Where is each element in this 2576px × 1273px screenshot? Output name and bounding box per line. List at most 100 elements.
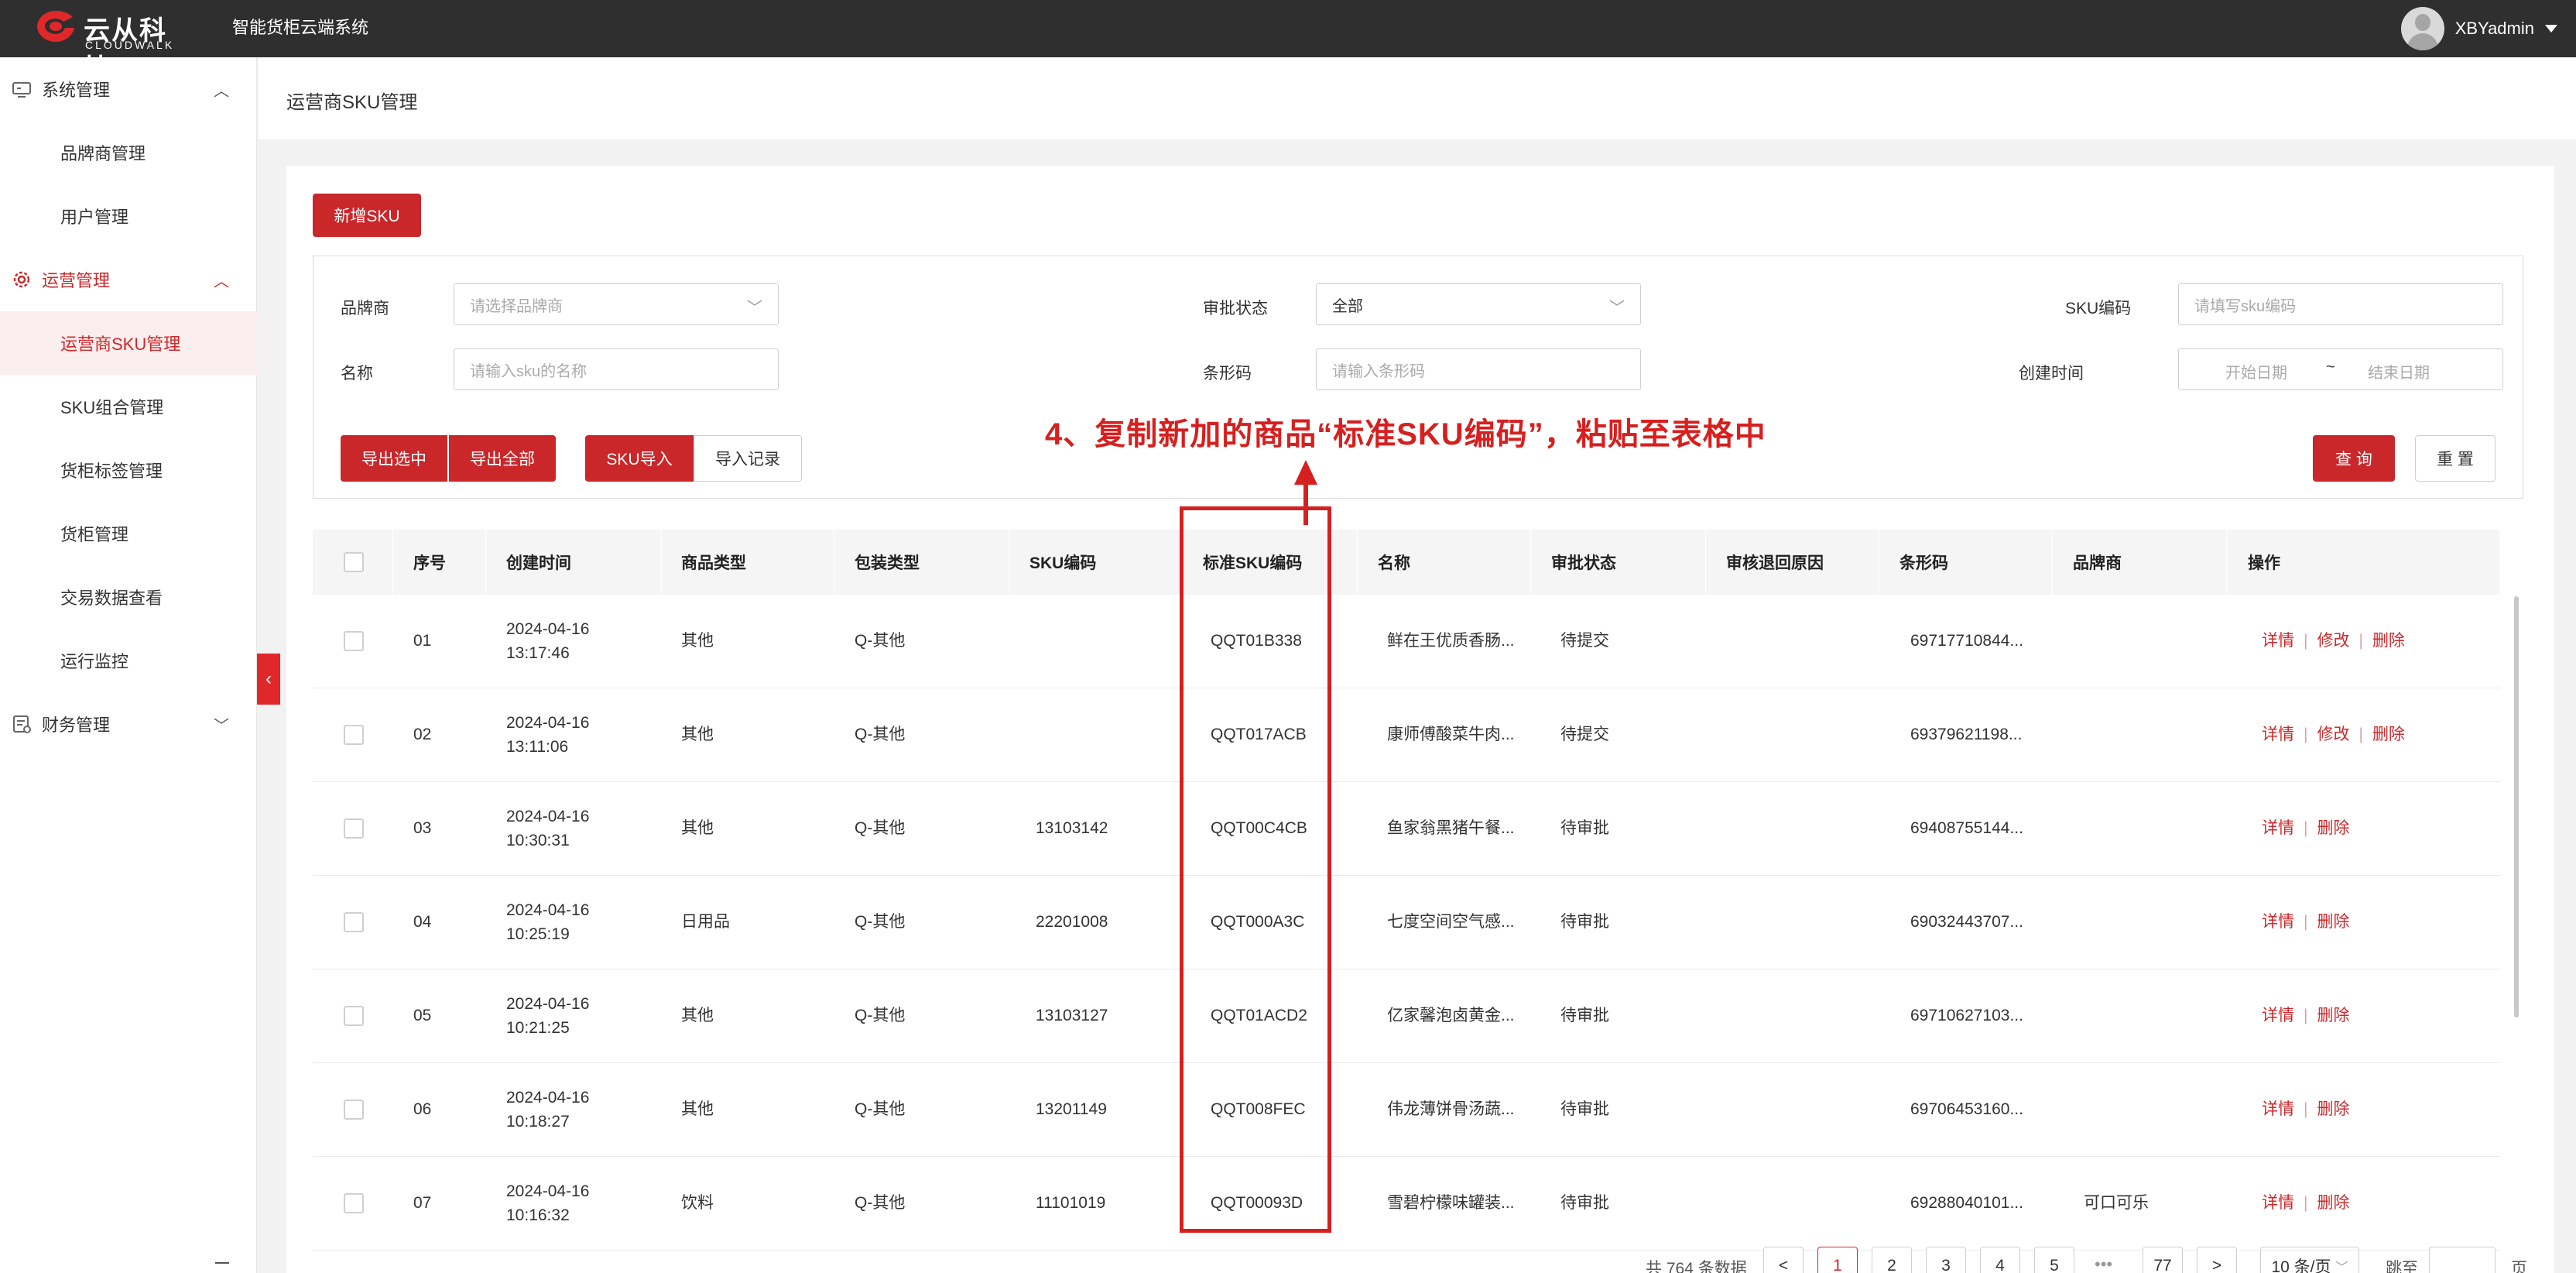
sidebar-item-monitoring[interactable]: 运行监控 bbox=[0, 629, 257, 692]
table-row[interactable]: 01 2024-04-16 13:17:46 其他 Q-其他 QQT01B338 鲜在王优质… bbox=[313, 595, 2500, 688]
sidebar-item-label: 用户管理 bbox=[60, 208, 129, 227]
query-button[interactable]: 查 询 bbox=[2313, 435, 2395, 482]
pagination-prev-button[interactable]: < bbox=[1763, 1247, 1804, 1273]
edit-link[interactable]: 修改 bbox=[2317, 630, 2349, 653]
delete-link[interactable]: 删除 bbox=[2317, 1192, 2349, 1215]
sidebar-item-sku-combo[interactable]: SKU组合管理 bbox=[0, 375, 257, 438]
row-checkbox[interactable] bbox=[344, 631, 364, 651]
detail-link[interactable]: 详情 bbox=[2262, 1098, 2294, 1121]
import-records-button[interactable]: 导入记录 bbox=[694, 435, 802, 482]
header-ops: 操作 bbox=[2248, 554, 2280, 572]
sidebar-item-users[interactable]: 用户管理 bbox=[0, 184, 257, 248]
delete-link[interactable]: 删除 bbox=[2317, 1098, 2349, 1121]
pagination-page[interactable]: 5 bbox=[2034, 1247, 2074, 1273]
start-date-placeholder[interactable]: 开始日期 bbox=[2225, 360, 2287, 383]
table-row[interactable]: 06 2024-04-16 10:18:27 其他 Q-其他 13201149 QQT008… bbox=[313, 1063, 2500, 1157]
pagination-page[interactable]: 1 bbox=[1817, 1247, 1858, 1273]
ops-separator: | bbox=[2304, 1007, 2308, 1025]
add-sku-button[interactable]: 新增SKU bbox=[313, 194, 421, 237]
cell-created: 2024-04-16 10:18:27 bbox=[506, 1063, 661, 1157]
cell-created: 2024-04-16 10:30:31 bbox=[506, 782, 661, 876]
detail-link[interactable]: 详情 bbox=[2262, 723, 2294, 746]
cell-ops: 详情 | 删除 bbox=[2262, 782, 2494, 876]
row-select-cell bbox=[313, 1157, 393, 1251]
detail-link[interactable]: 详情 bbox=[2262, 1192, 2294, 1215]
jump-page-input[interactable] bbox=[2429, 1247, 2496, 1273]
sidebar-item-transactions[interactable]: 交易数据查看 bbox=[0, 565, 257, 629]
table-row[interactable]: 02 2024-04-16 13:11:06 其他 Q-其他 QQT017ACB 康师傅酸菜… bbox=[313, 688, 2500, 782]
delete-link[interactable]: 删除 bbox=[2372, 630, 2405, 653]
cell-barcode: 69032443707... bbox=[1910, 913, 2023, 932]
cell-name: 伟龙薄饼骨汤蔬... bbox=[1387, 1100, 1515, 1119]
avatar[interactable] bbox=[2400, 7, 2444, 50]
detail-link[interactable]: 详情 bbox=[2262, 817, 2294, 840]
pagination-page[interactable]: 2 bbox=[1872, 1247, 1912, 1273]
row-checkbox[interactable] bbox=[344, 912, 364, 932]
sidebar-group-system[interactable]: 系统管理 ︿ bbox=[0, 57, 257, 121]
row-checkbox[interactable] bbox=[344, 1193, 364, 1213]
pagination-page-last[interactable]: 77 bbox=[2143, 1247, 2183, 1273]
table-row[interactable]: 03 2024-04-16 10:30:31 其他 Q-其他 13103142 QQT00C… bbox=[313, 782, 2500, 876]
cell-pack: Q-其他 bbox=[855, 726, 906, 744]
reset-button[interactable]: 重 置 bbox=[2415, 435, 2496, 482]
delete-link[interactable]: 删除 bbox=[2317, 817, 2349, 840]
status-select[interactable]: 全部 ﹀ bbox=[1316, 283, 1641, 325]
end-date-placeholder[interactable]: 结束日期 bbox=[2368, 360, 2430, 383]
chevron-up-icon: ︿ bbox=[214, 273, 229, 290]
date-range-picker[interactable]: 开始日期 ~ 结束日期 bbox=[2178, 348, 2503, 390]
cell-brand bbox=[2084, 688, 2228, 782]
header-sku: SKU编码 bbox=[1029, 554, 1097, 572]
sku-code-input[interactable]: 请填写sku编码 bbox=[2178, 283, 2503, 325]
cell-pack: Q-其他 bbox=[855, 1100, 906, 1119]
status-select-value: 全部 bbox=[1332, 297, 1363, 315]
barcode-input[interactable]: 请输入条形码 bbox=[1316, 348, 1641, 390]
row-checkbox[interactable] bbox=[344, 818, 364, 839]
page-size-select[interactable]: 10 条/页 ﹀ bbox=[2260, 1247, 2359, 1273]
delete-link[interactable]: 删除 bbox=[2317, 911, 2349, 934]
cell-no: 02 bbox=[413, 726, 432, 744]
user-menu[interactable]: XBYadmin bbox=[2400, 0, 2557, 57]
cell-date: 2024-04-16 bbox=[506, 901, 590, 920]
brand-select[interactable]: 请选择品牌商 ﹀ bbox=[454, 283, 779, 325]
cell-status: 待审批 bbox=[1560, 1194, 1609, 1213]
sidebar-item-brand[interactable]: 品牌商管理 bbox=[0, 121, 257, 184]
detail-link[interactable]: 详情 bbox=[2262, 630, 2294, 653]
row-checkbox[interactable] bbox=[344, 1006, 364, 1026]
cloudwalk-logo[interactable]: 云从科技 CLOUDWALK bbox=[34, 5, 189, 84]
pagination-page[interactable]: 3 bbox=[1926, 1247, 1966, 1273]
username[interactable]: XBYadmin bbox=[2455, 19, 2534, 39]
sidebar-item-cabinets[interactable]: 货柜管理 bbox=[0, 502, 257, 565]
table-row[interactable]: 07 2024-04-16 10:16:32 饮料 Q-其他 11101019 QQT000… bbox=[313, 1157, 2500, 1251]
delete-link[interactable]: 删除 bbox=[2317, 1004, 2349, 1028]
sku-import-button[interactable]: SKU导入 bbox=[585, 435, 694, 482]
select-all-checkbox[interactable] bbox=[344, 552, 364, 572]
sidebar-group-operations[interactable]: 运营管理 ︿ bbox=[0, 248, 257, 311]
table-scrollbar[interactable] bbox=[2514, 596, 2519, 1017]
export-selected-button[interactable]: 导出选中 bbox=[341, 435, 447, 482]
sidebar-item-operator-sku[interactable]: 运营商SKU管理 bbox=[0, 311, 257, 375]
column-header: 包装类型 bbox=[834, 530, 1009, 595]
chevron-down-icon[interactable] bbox=[2545, 25, 2557, 33]
delete-link[interactable]: 删除 bbox=[2372, 723, 2405, 746]
page-suffix: 页 bbox=[2511, 1260, 2527, 1273]
barcode-placeholder: 请输入条形码 bbox=[1332, 362, 1425, 380]
cell-created: 2024-04-16 10:21:25 bbox=[506, 969, 661, 1063]
sidebar-collapse-button[interactable]: ‹ bbox=[257, 654, 280, 705]
name-input[interactable]: 请输入sku的名称 bbox=[454, 348, 779, 390]
sidebar-item-cabinet-tags[interactable]: 货柜标签管理 bbox=[0, 438, 257, 502]
detail-link[interactable]: 详情 bbox=[2262, 1004, 2294, 1028]
table-row[interactable]: 05 2024-04-16 10:21:25 其他 Q-其他 13103127 QQT01A… bbox=[313, 969, 2500, 1063]
sidebar-footer-toggle[interactable] bbox=[215, 1262, 229, 1264]
row-checkbox[interactable] bbox=[344, 1100, 364, 1120]
export-all-button[interactable]: 导出全部 bbox=[449, 435, 556, 482]
cell-sku: 13201149 bbox=[1036, 1100, 1107, 1119]
detail-link[interactable]: 详情 bbox=[2262, 911, 2294, 934]
row-checkbox[interactable] bbox=[344, 725, 364, 745]
top-navbar: 云从科技 CLOUDWALK 智能货柜云端系统 XBYadmin bbox=[0, 0, 2576, 84]
edit-link[interactable]: 修改 bbox=[2317, 723, 2349, 746]
pagination-ellipsis[interactable]: ••• bbox=[2095, 1254, 2112, 1273]
table-row[interactable]: 04 2024-04-16 10:25:19 日用品 Q-其他 22201008 QQT00… bbox=[313, 876, 2500, 969]
sidebar-group-finance[interactable]: 财务管理 ﹀ bbox=[0, 692, 257, 756]
pagination-page[interactable]: 4 bbox=[1980, 1247, 2020, 1273]
pagination-next-button[interactable]: > bbox=[2197, 1247, 2237, 1273]
